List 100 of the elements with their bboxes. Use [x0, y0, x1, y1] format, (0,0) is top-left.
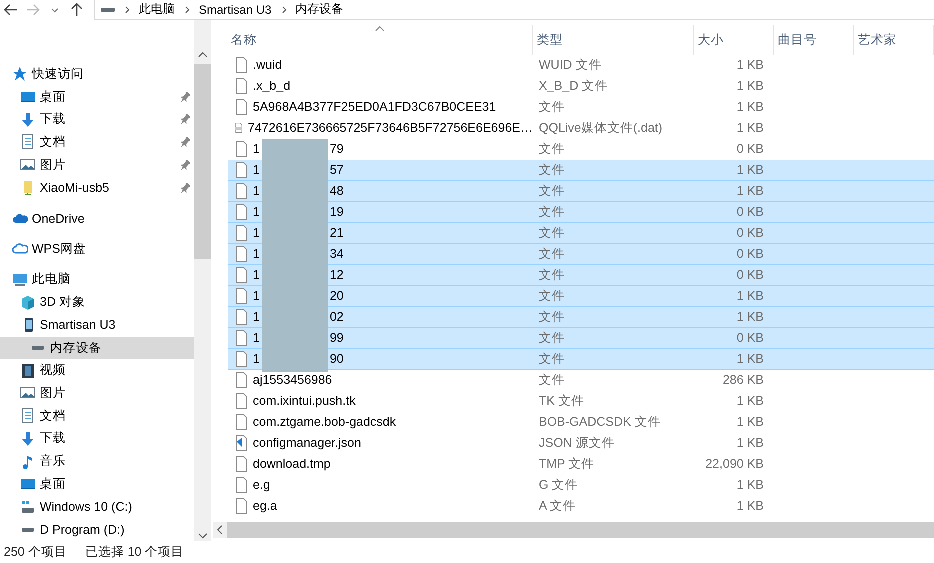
download-arrow-icon [20, 430, 36, 447]
file-row[interactable]: eg.a A 文件 1 KB [228, 496, 934, 517]
nav-item[interactable]: 桌面 [0, 86, 194, 108]
pin-icon[interactable] [180, 114, 190, 126]
file-row[interactable]: .wuid WUID 文件 1 KB [228, 55, 934, 76]
file-icon [235, 99, 248, 115]
selection-count: 已选择 10 个项目 [85, 544, 184, 560]
nav-item[interactable]: 桌面 [0, 472, 194, 496]
file-icon [235, 183, 248, 199]
file-row[interactable]: com.ztgame.bob-gadcsdk BOB-GADCSDK 文件 1 KB [228, 412, 934, 433]
file-type: X_B_D 文件 [538, 78, 610, 94]
file-row[interactable]: 1 99 文件 0 KB [228, 328, 934, 349]
nav-item[interactable]: 此电脑 [0, 268, 194, 292]
file-row[interactable]: aj1553456986 文件 286 KB [228, 370, 934, 391]
file-row[interactable]: 5A968A4B377F25ED0A1FD3C67B0CEE31 文件 1 KB [228, 97, 934, 118]
file-name: 1 [253, 352, 260, 366]
file-row[interactable]: download.tmp TMP 文件 22,090 KB [228, 454, 934, 475]
file-name: 99 [330, 331, 344, 345]
chevron-right-icon [183, 4, 191, 14]
nav-item[interactable]: 视频 [0, 359, 194, 382]
breadcrumb[interactable]: 此电脑 [139, 1, 175, 18]
vertical-scrollbar[interactable] [194, 20, 211, 541]
file-name: e.g [253, 478, 270, 492]
file-size: 22,090 KB [704, 457, 765, 471]
column-header[interactable]: 大小 [694, 25, 774, 55]
file-icon [235, 456, 248, 472]
file-row[interactable]: 1 48 文件 1 KB [228, 181, 934, 202]
nav-item[interactable]: XiaoMi-usb5 [0, 176, 194, 200]
nav-item[interactable]: 快速访问 [0, 63, 194, 86]
pin-icon[interactable] [180, 182, 190, 195]
file-row[interactable]: com.ixintui.push.tk TK 文件 1 KB [228, 391, 934, 412]
breadcrumb[interactable]: 内存设备 [296, 1, 344, 18]
nav-item[interactable]: D Program (D:) [0, 518, 194, 542]
nav-item[interactable]: 下载 [0, 428, 194, 450]
file-size: 0 KB [736, 247, 765, 261]
column-header[interactable]: 曲目号 [774, 25, 854, 55]
file-size: 1 KB [736, 184, 765, 198]
pin-icon[interactable] [180, 160, 190, 172]
nav-item[interactable]: Windows 10 (C:) [0, 496, 194, 518]
nav-item[interactable]: 下载 [0, 108, 194, 132]
nav-item[interactable]: 图片 [0, 382, 194, 405]
sort-ascending-icon [375, 26, 385, 32]
file-name: 19 [330, 205, 344, 219]
pin-icon[interactable] [180, 137, 190, 150]
file-row[interactable]: 1 34 文件 0 KB [228, 244, 934, 265]
file-row[interactable]: 1 57 文件 1 KB [228, 160, 934, 181]
file-type: 文件 [538, 162, 566, 178]
file-size: 286 KB [722, 373, 765, 387]
file-icon [235, 330, 248, 346]
file-icon [235, 393, 248, 409]
file-icon [235, 57, 248, 73]
nav-item[interactable]: OneDrive [0, 207, 194, 230]
file-row[interactable]: e.g G 文件 1 KB [228, 475, 934, 496]
nav-item[interactable]: 图片 [0, 154, 194, 177]
file-type: 文件 [538, 372, 566, 388]
drive-icon [101, 8, 115, 12]
file-name: 1 [253, 310, 260, 324]
file-type: 文件 [538, 308, 566, 326]
address-bar[interactable]: 此电脑 Smartisan U3 内存设备 [94, 0, 934, 20]
scroll-left-icon [215, 524, 225, 536]
file-type: 文件 [538, 266, 566, 284]
file-name: 48 [330, 184, 344, 198]
file-type: TK 文件 [538, 392, 586, 410]
nav-item[interactable]: 音乐 [0, 450, 194, 473]
nav-item[interactable]: 文档 [0, 131, 194, 154]
drive-icon [22, 528, 34, 532]
pin-icon[interactable] [180, 92, 190, 104]
file-size: 1 KB [736, 79, 765, 93]
file-row[interactable]: 1 79 文件 0 KB [228, 139, 934, 160]
file-row[interactable]: 1 90 文件 1 KB [228, 349, 934, 370]
breadcrumb[interactable]: Smartisan U3 [199, 2, 272, 16]
file-name: 1 [253, 268, 260, 282]
file-name: 34 [330, 247, 344, 261]
file-row[interactable]: 1 20 文件 1 KB [228, 286, 934, 307]
file-name: 7472616E736665725F73646B5F72756E6E696E… [248, 121, 533, 135]
nav-item[interactable]: 内存设备 [0, 336, 194, 360]
file-row[interactable]: 1 21 文件 0 KB [228, 223, 934, 244]
nav-item[interactable]: 3D 对象 [0, 291, 194, 314]
horizontal-scrollbar[interactable] [213, 522, 934, 538]
file-type: 文件 [538, 182, 566, 200]
picture-icon [20, 385, 36, 402]
file-icon [235, 246, 248, 262]
file-row[interactable]: .x_b_d X_B_D 文件 1 KB [228, 76, 934, 97]
nav-item[interactable]: Smartisan U3 [0, 314, 194, 337]
file-row[interactable]: 1 02 文件 1 KB [228, 307, 934, 328]
column-header[interactable]: 名称 [227, 25, 533, 55]
file-row[interactable]: 1 19 文件 0 KB [228, 202, 934, 223]
column-header[interactable]: 艺术家 [854, 25, 934, 55]
file-row[interactable]: 7472616E736665725F73646B5F72756E6E696E… QQLive媒体文件(.dat) 1 KB [228, 118, 934, 139]
file-type: A 文件 [538, 498, 578, 514]
column-header[interactable]: 类型 [533, 25, 694, 55]
file-row[interactable]: 1 12 文件 0 KB [228, 265, 934, 286]
file-row[interactable]: configmanager.json JSON 源文件 1 KB [228, 433, 934, 454]
file-name: 1 [253, 289, 260, 303]
nav-item[interactable]: 文档 [0, 404, 194, 428]
chevron-right-icon [280, 4, 288, 14]
file-type: 文件 [538, 350, 566, 368]
file-size: 1 KB [736, 394, 765, 408]
nav-item[interactable]: WPS网盘 [0, 238, 194, 261]
file-name: 02 [330, 310, 344, 324]
